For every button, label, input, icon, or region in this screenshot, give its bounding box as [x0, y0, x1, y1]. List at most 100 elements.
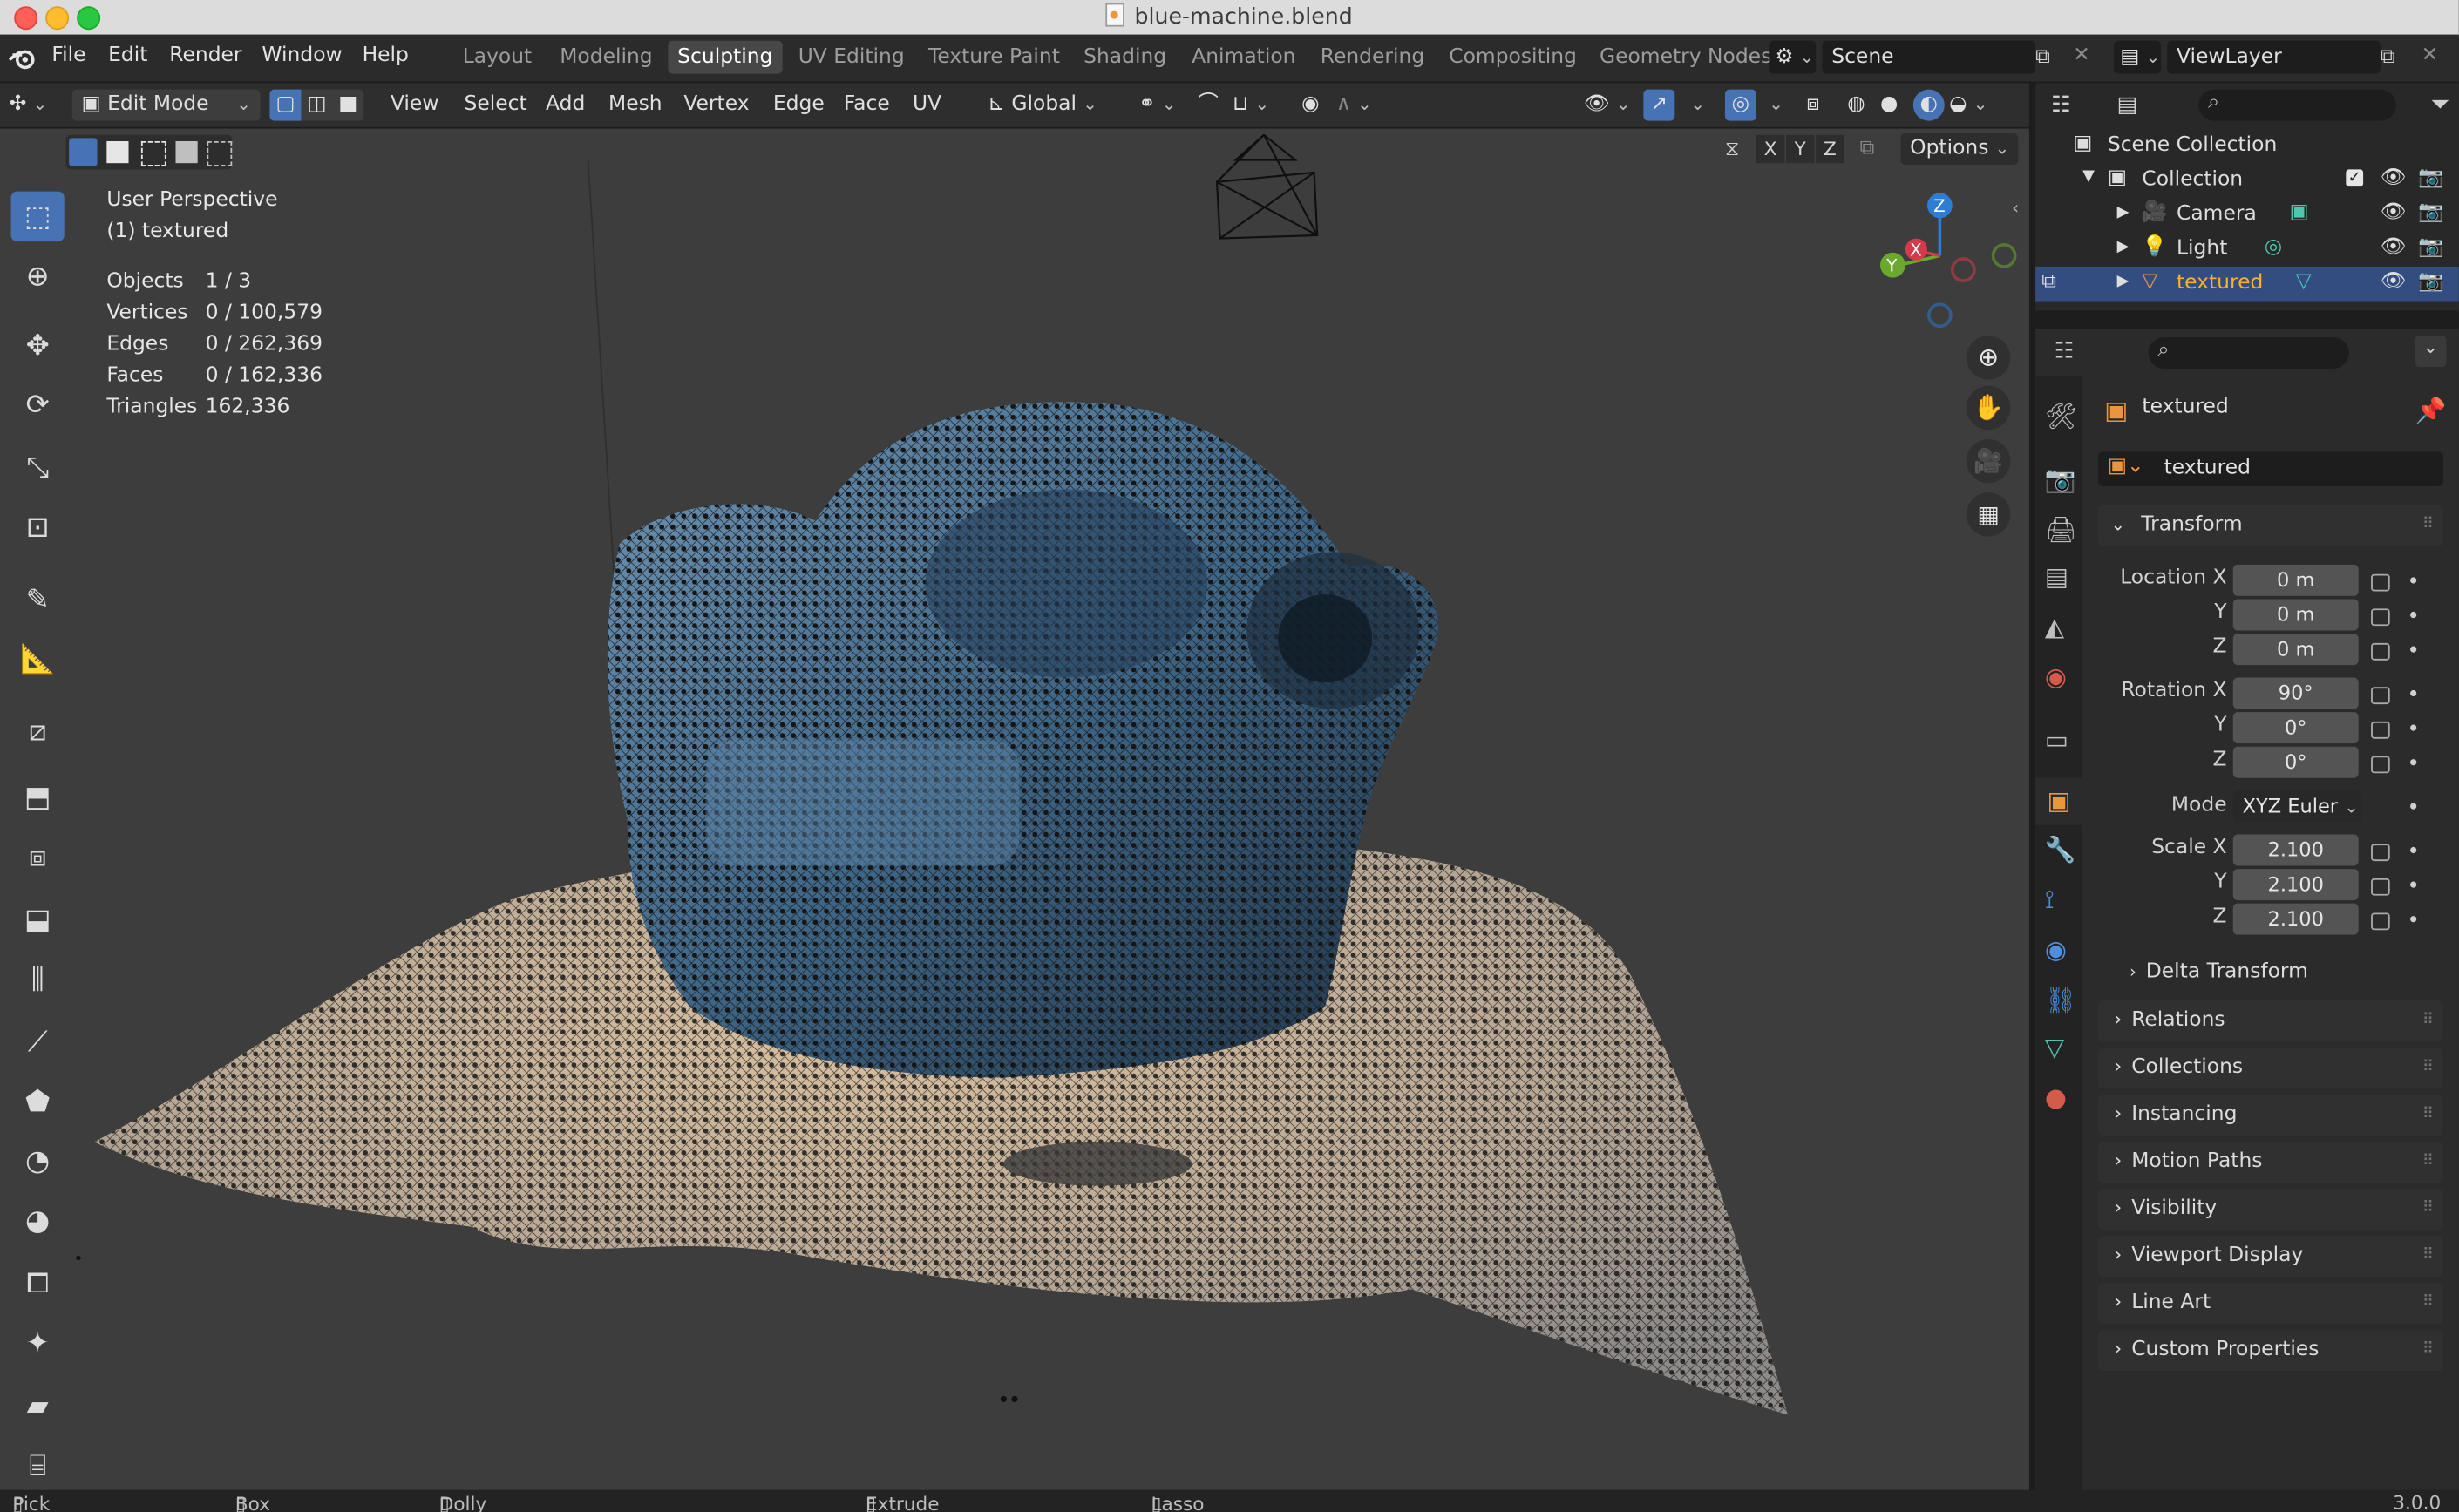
light-render-icon[interactable]: 📷 — [2418, 235, 2443, 259]
tab-uv-editing[interactable]: UV Editing — [789, 41, 914, 74]
new-scene-icon[interactable]: ⧉ — [2035, 45, 2050, 69]
vertex-select-icon[interactable]: ▢ — [269, 89, 302, 121]
outliner-search-input[interactable]: ⌕ — [2198, 89, 2396, 121]
xray-icon[interactable]: ⧈ — [1806, 90, 1819, 121]
location-y-field[interactable]: 0 m — [2232, 599, 2359, 631]
scale-y-field[interactable]: 2.100 — [2232, 869, 2359, 901]
scale-z-field[interactable]: 2.100 — [2232, 903, 2359, 935]
gizmo-dropdown[interactable] — [1684, 90, 1705, 121]
panel-motion-paths[interactable]: › Motion Paths ⠿ — [2098, 1142, 2443, 1183]
panel-relations[interactable]: › Relations ⠿ — [2098, 1000, 2443, 1042]
location-z-field[interactable]: 0 m — [2232, 634, 2359, 666]
overlays-icon[interactable]: ◎ — [1724, 89, 1756, 121]
keyframe-rotation-x-icon[interactable] — [2410, 689, 2417, 697]
pivot-point-icon[interactable]: ⚭ — [1138, 90, 1176, 121]
edge-slide-tool-icon[interactable]: ⧠ — [11, 1258, 65, 1308]
visibility-drag-handle-icon[interactable]: ⠿ — [2422, 1189, 2434, 1230]
annotate-tool-icon[interactable]: ✎ — [11, 574, 65, 625]
object-tab-icon[interactable]: ▣ — [2035, 777, 2083, 825]
panel-visibility[interactable]: › Visibility ⠿ — [2098, 1189, 2443, 1231]
constraints-tab-icon[interactable]: ⛓ — [2045, 985, 2077, 1014]
snap-icon[interactable]: ⌒ — [1198, 90, 1218, 121]
delete-view-layer-icon[interactable]: ✕ — [2422, 44, 2439, 67]
light-visibility-icon[interactable]: 👁 — [2381, 235, 2407, 259]
keyframe-scale-z-icon[interactable] — [2410, 916, 2417, 923]
camera-visibility-icon[interactable]: 👁 — [2381, 200, 2407, 224]
outliner-display-mode-icon[interactable]: ▤ — [2117, 92, 2138, 118]
delete-scene-icon[interactable]: ✕ — [2073, 44, 2090, 67]
collection-visibility-icon[interactable]: 👁 — [2381, 166, 2407, 190]
outliner-scene-collection[interactable]: ▣ Scene Collection — [2035, 129, 2459, 164]
select-intersect-icon[interactable] — [207, 140, 233, 166]
keyframe-location-x-icon[interactable] — [2410, 577, 2417, 584]
textured-render-icon[interactable]: 📷 — [2418, 270, 2443, 294]
menu-window[interactable]: Window — [262, 44, 342, 67]
outliner-item-camera[interactable]: ▶ 🎥 Camera ▣ 👁 📷 — [2035, 198, 2459, 233]
line-art-drag-handle-icon[interactable]: ⠿ — [2422, 1283, 2434, 1324]
new-view-layer-icon[interactable]: ⧉ — [2381, 45, 2395, 69]
solid-shading-icon[interactable]: ● — [1880, 90, 1898, 121]
spin-tool-icon[interactable]: ◔ — [11, 1136, 65, 1186]
scene-tab-icon[interactable]: ◭ — [2045, 612, 2064, 641]
properties-editor-type-icon[interactable]: ☷ — [2055, 339, 2075, 364]
lock-location-z-icon[interactable] — [2371, 642, 2390, 661]
proportional-edit-icon[interactable]: ◉ — [1301, 90, 1319, 121]
visibility-icon[interactable]: 👁 — [1584, 90, 1630, 121]
lock-location-y-icon[interactable] — [2371, 608, 2390, 627]
menu-mesh[interactable]: Mesh — [608, 90, 662, 121]
mesh-data-icon[interactable]: ▽ — [2296, 270, 2312, 294]
mirror-x-toggle[interactable]: X — [1756, 134, 1785, 164]
inset-tool-icon[interactable]: ⧈ — [11, 831, 65, 882]
rotation-mode-dropdown[interactable]: XYZ Euler — [2232, 790, 2362, 823]
knife-tool-icon[interactable]: ⟋ — [11, 1016, 65, 1067]
mirror-z-toggle[interactable]: Z — [1816, 134, 1844, 164]
select-box-tool-icon[interactable]: ⬚ — [10, 191, 65, 242]
lock-location-x-icon[interactable] — [2371, 573, 2390, 592]
menu-edit[interactable]: Edit — [108, 44, 147, 67]
poly-build-tool-icon[interactable]: ⬟ — [11, 1076, 65, 1127]
panel-line-art[interactable]: › Line Art ⠿ — [2098, 1283, 2443, 1325]
shear-tool-icon[interactable]: ▰ — [11, 1380, 65, 1431]
material-tab-icon[interactable]: ● — [2045, 1082, 2067, 1112]
tab-shading[interactable]: Shading — [1074, 41, 1176, 74]
custom-properties-drag-handle-icon[interactable]: ⠿ — [2422, 1330, 2434, 1371]
scale-tool-icon[interactable]: ⤡ — [11, 443, 65, 493]
scene-name-field[interactable]: Scene — [1822, 40, 2036, 74]
navigation-gizmo[interactable]: Z Y X — [1866, 188, 2017, 339]
menu-select[interactable]: Select — [465, 90, 527, 121]
topology-mirror-icon[interactable]: ⧉ — [1860, 137, 1875, 160]
pan-hand-icon[interactable]: ✋ — [1966, 385, 2011, 431]
drag-handle-icon[interactable]: ⠿ — [2422, 505, 2434, 546]
gizmo-toggle-icon[interactable]: ↗ — [1643, 89, 1675, 121]
rendered-shading-icon[interactable]: ◒ — [1949, 90, 1987, 121]
camera-render-icon[interactable]: 📷 — [2418, 200, 2443, 224]
delta-transform-subpanel[interactable]: › Delta Transform — [2130, 959, 2308, 983]
light-data-icon[interactable]: ◎ — [2265, 235, 2282, 259]
textured-visibility-icon[interactable]: 👁 — [2381, 270, 2407, 294]
blender-logo-icon[interactable] — [8, 45, 36, 71]
face-select-icon[interactable]: ■ — [332, 90, 363, 121]
edit-mode-toggle-icon[interactable]: ⧉ — [2041, 270, 2056, 294]
shrink-fatten-tool-icon[interactable]: ✦ — [11, 1318, 65, 1368]
tab-rendering[interactable]: Rendering — [1311, 41, 1434, 74]
pin-icon[interactable]: 📌 — [2415, 396, 2446, 425]
edge-select-icon[interactable]: ◫ — [301, 90, 332, 121]
falloff-icon[interactable]: ∧ — [1336, 90, 1372, 121]
lock-rotation-y-icon[interactable] — [2371, 721, 2390, 739]
data-tab-icon[interactable]: ▽ — [2045, 1032, 2064, 1061]
menu-render[interactable]: Render — [169, 44, 241, 67]
perspective-grid-icon[interactable]: ▦ — [1966, 492, 2011, 537]
keyframe-location-z-icon[interactable] — [2410, 646, 2417, 653]
expand-textured-icon[interactable]: ▶ — [2117, 273, 2130, 290]
panel-collections[interactable]: › Collections ⠿ — [2098, 1048, 2443, 1089]
particles-tab-icon[interactable]: ⟟ — [2045, 885, 2055, 916]
rotation-z-field[interactable]: 0° — [2232, 746, 2359, 778]
menu-add[interactable]: Add — [546, 90, 585, 121]
loop-cut-tool-icon[interactable]: ⫼ — [11, 953, 65, 1004]
keyframe-rotation-z-icon[interactable] — [2410, 759, 2417, 766]
transform-panel-header[interactable]: ⌄ Transform ⠿ — [2098, 505, 2443, 546]
rip-region-tool-icon[interactable]: ⌸ — [11, 1440, 65, 1490]
object-datablock-field[interactable]: ▣⌄ textured — [2098, 451, 2443, 486]
physics-tab-icon[interactable]: ◉ — [2045, 935, 2067, 965]
view-layer-tab-icon[interactable]: ▤ — [2045, 561, 2068, 591]
